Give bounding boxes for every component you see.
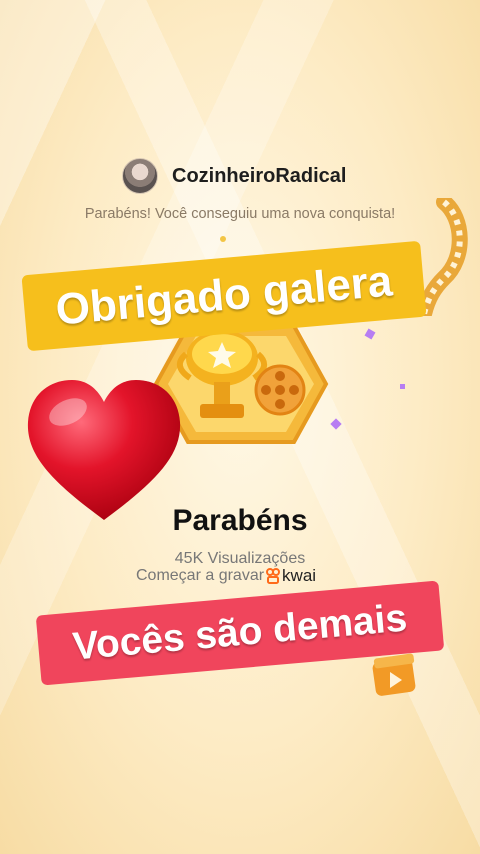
kwai-logo-icon [266,568,281,584]
user-row: CozinheiroRadical [122,158,346,194]
play-icon [372,653,416,696]
achievement-message: Parabéns! Você conseguiu uma nova conqui… [84,206,396,222]
username[interactable]: CozinheiroRadical [172,165,346,188]
kwai-brand: kwai [282,566,317,585]
confetti [400,384,405,389]
heart-icon [27,380,181,520]
achievement-title: Parabéns [172,504,308,537]
confetti [220,236,226,242]
record-label[interactable]: Começar a gravar [136,567,264,585]
avatar[interactable] [122,158,158,194]
record-row[interactable]: Começar a gravar kwai [136,566,316,586]
